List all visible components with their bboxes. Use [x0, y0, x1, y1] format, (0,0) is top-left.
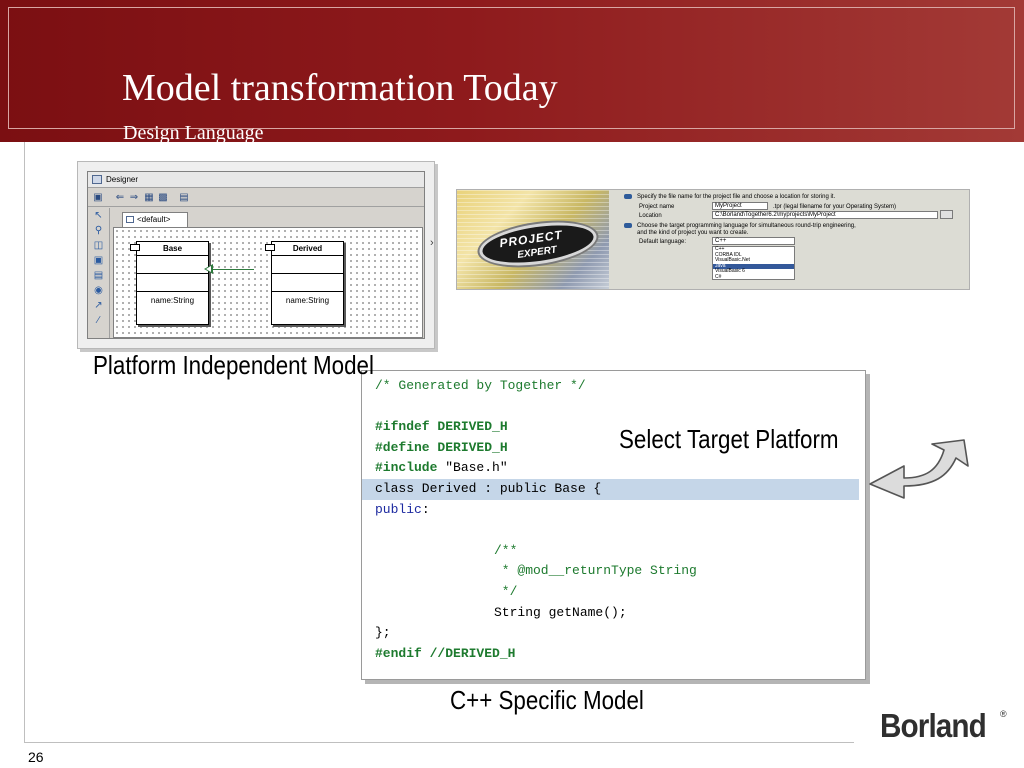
code-line: /* Generated by Together */: [375, 378, 586, 393]
cpp-model-label: C++ Specific Model: [450, 685, 644, 715]
code-line: };: [375, 625, 391, 641]
designer-window-icon: [92, 175, 102, 184]
uml-class-base-name: Base: [137, 242, 208, 256]
instruction-filename: Specify the file name for the project fi…: [637, 194, 836, 200]
tab-default[interactable]: <default>: [122, 212, 188, 227]
select-tool-icon[interactable]: ↖: [92, 210, 105, 222]
code-line: * @mod__returnType String: [494, 563, 697, 579]
designer-palette: ↖ ⚲ ◫ ▣ ▤ ◉ ↗ ∕: [88, 208, 110, 338]
code-include: #include: [375, 460, 438, 476]
properties-icon[interactable]: ▤: [178, 192, 190, 204]
curved-arrow-icon: [869, 439, 969, 499]
uml-class-derived-section: [272, 256, 343, 274]
title-banner: Model transformation Today Design Langua…: [0, 0, 1024, 142]
uml-class-base[interactable]: Base name:String: [130, 241, 209, 325]
class-tool-icon[interactable]: ▣: [92, 255, 105, 267]
location-label: Location: [639, 213, 662, 219]
language-option[interactable]: C#: [713, 274, 794, 281]
new-diagram-icon[interactable]: ▣: [92, 192, 104, 204]
designer-window-title: Designer: [106, 175, 139, 184]
borland-logo: Borland: [880, 707, 987, 744]
inheritance-line: [212, 269, 254, 270]
diagram-icon[interactable]: ▩: [157, 192, 169, 204]
diagram-canvas[interactable]: Base name:String Derived name:String: [113, 227, 423, 338]
code-define: #define: [375, 439, 430, 455]
code-ifndef: #ifndef: [375, 419, 430, 435]
browse-button[interactable]: [940, 210, 953, 219]
project-expert-banner: PROJECT EXPERT: [457, 190, 609, 289]
inheritance-arrow-icon: [204, 264, 213, 274]
interface-tool-icon[interactable]: ▤: [92, 270, 105, 282]
tab-default-label: <default>: [137, 215, 171, 224]
code-endif-comment: //DERIVED_H: [421, 645, 516, 661]
project-name-hint: .tpr (legal filename for your Operating …: [773, 204, 897, 210]
designer-window: Designer ▣ ⇐ ⇒ ▦ ▩ ▤ ↖ ⚲ ◫ ▣ ▤ ◉ ↗ ∕ <de…: [87, 171, 425, 339]
slide-title: Model transformation Today: [122, 67, 558, 109]
code-endif: #endif: [375, 645, 422, 661]
forward-arrow-icon[interactable]: ⇒: [128, 192, 140, 204]
select-target-label: Select Target Platform: [619, 424, 839, 454]
code-line: */: [494, 583, 518, 599]
uml-class-derived-name: Derived: [272, 242, 343, 256]
slide-bottom-rule: [24, 742, 854, 743]
code-public-colon: :: [421, 501, 430, 517]
project-expert-logo: PROJECT EXPERT: [476, 215, 600, 273]
code-line: /**: [494, 542, 518, 558]
diagram-tab-icon: [126, 216, 134, 223]
code-include-value: "Base.h": [437, 460, 508, 476]
language-dropdown-list: C++ CORBA IDL VisualBasic.Net Java Visua…: [712, 246, 795, 280]
project-name-input[interactable]: MyProject: [712, 202, 768, 210]
uml-class-base-section: [137, 256, 208, 274]
code-line-highlighted: class Derived : public Base {: [362, 478, 859, 500]
code-ifndef-value: DERIVED_H: [429, 419, 508, 435]
uml-class-derived[interactable]: Derived name:String: [265, 241, 344, 325]
code-public-keyword: public: [375, 501, 422, 517]
project-expert-screenshot: PROJECT EXPERT Specify the file name for…: [456, 189, 970, 290]
hierarchy-icon[interactable]: ▦: [143, 192, 155, 204]
bullet-icon: [624, 194, 632, 199]
link-tool-icon[interactable]: ∕: [92, 315, 105, 327]
cpp-code-panel: /* Generated by Together */ #ifndef DERI…: [361, 370, 866, 680]
designer-screenshot: Designer ▣ ⇐ ⇒ ▦ ▩ ▤ ↖ ⚲ ◫ ▣ ▤ ◉ ↗ ∕ <de…: [77, 161, 435, 349]
uml-class-base-section: [137, 274, 208, 292]
code-line: #endif //DERIVED_H: [362, 644, 865, 665]
instruction-language-2: and the kind of project you want to crea…: [637, 230, 749, 236]
page-number: 26: [28, 749, 44, 765]
class-marker-icon: [265, 244, 275, 251]
package-tool-icon[interactable]: ◫: [92, 240, 105, 252]
designer-titlebar: Designer: [88, 172, 424, 188]
bullet-icon: [624, 223, 632, 228]
pim-label: Platform Independent Model: [93, 350, 374, 380]
class-marker-icon: [130, 244, 140, 251]
code-define-value: DERIVED_H: [429, 439, 508, 455]
code-line: #include "Base.h": [362, 458, 865, 479]
uml-class-base-attribute: name:String: [150, 296, 195, 305]
slide-subtitle: Design Language: [123, 122, 264, 142]
uml-class-derived-section: [272, 274, 343, 292]
default-language-label: Default language:: [639, 239, 687, 245]
code-line: String getName();: [494, 604, 627, 620]
back-arrow-icon[interactable]: ⇐: [114, 192, 126, 204]
designer-toolbar: ▣ ⇐ ⇒ ▦ ▩ ▤: [88, 189, 424, 207]
slide-left-rule: [24, 142, 25, 742]
location-input[interactable]: C:\Borland\Together6.2\myprojects\MyProj…: [712, 211, 938, 219]
zoom-tool-icon[interactable]: ⚲: [92, 225, 105, 237]
uml-class-derived-attribute: name:String: [285, 296, 330, 305]
association-tool-icon[interactable]: ↗: [92, 300, 105, 312]
registered-mark: ®: [1000, 709, 1007, 719]
code-line: public:: [362, 500, 865, 521]
default-language-select[interactable]: C++: [712, 237, 795, 245]
chevron-right-icon: ›: [430, 237, 434, 249]
project-name-label: Project name: [639, 204, 675, 210]
object-tool-icon[interactable]: ◉: [92, 285, 105, 297]
